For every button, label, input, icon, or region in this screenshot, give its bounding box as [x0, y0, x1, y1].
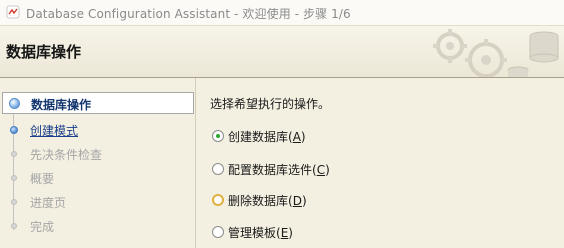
option-manage-templates[interactable]: 管理模板(E): [210, 223, 430, 241]
step-item-summary: 概要: [2, 167, 194, 189]
radio-create-database[interactable]: [212, 130, 224, 142]
option-label: 删除数据库(D): [228, 194, 307, 208]
page-header: 数据库操作: [0, 26, 564, 78]
operation-prompt: 选择希望执行的操作。: [210, 97, 331, 111]
step-icon: [10, 126, 18, 134]
step-label[interactable]: 创建模式: [30, 122, 78, 139]
step-label: 先决条件检查: [30, 148, 103, 162]
step-label: 数据库操作: [31, 98, 92, 112]
radio-manage-templates[interactable]: [212, 226, 224, 238]
option-delete-database[interactable]: 删除数据库(D): [210, 191, 430, 209]
option-configure-database-options[interactable]: 配置数据库选件(C): [210, 160, 430, 178]
step-label: 进度页: [30, 196, 67, 210]
step-item-finish: 完成: [2, 215, 194, 237]
radio-delete-database[interactable]: [212, 194, 224, 206]
page-title: 数据库操作: [6, 43, 82, 61]
option-label: 配置数据库选件(C): [228, 163, 330, 177]
step-label: 概要: [30, 172, 55, 186]
radio-configure-database-options[interactable]: [212, 163, 224, 175]
step-item-database-operation[interactable]: 数据库操作: [2, 92, 194, 114]
step-item-progress-page: 进度页: [2, 191, 194, 213]
window-titlebar: Database Configuration Assistant - 欢迎使用 …: [0, 0, 564, 26]
option-create-database[interactable]: 创建数据库(A): [210, 127, 430, 145]
pending-step-icon: [11, 175, 17, 181]
pending-step-icon: [11, 223, 17, 229]
current-step-icon: [9, 98, 20, 109]
pending-step-icon: [11, 199, 17, 205]
step-item-creation-mode[interactable]: 创建模式: [2, 119, 194, 141]
main-content: 选择希望执行的操作。 创建数据库(A) 配置数据库选件(C) 删除数据库(D) …: [196, 78, 564, 248]
pending-step-icon: [11, 151, 17, 157]
option-label: 管理模板(E): [228, 226, 293, 240]
step-label: 完成: [30, 220, 55, 234]
gears-decoration-icon: [433, 29, 559, 77]
option-label: 创建数据库(A): [228, 130, 306, 144]
step-item-prerequisite-checks: 先决条件检查: [2, 143, 194, 165]
window-title: Database Configuration Assistant - 欢迎使用 …: [26, 7, 351, 21]
app-icon: [6, 5, 20, 19]
